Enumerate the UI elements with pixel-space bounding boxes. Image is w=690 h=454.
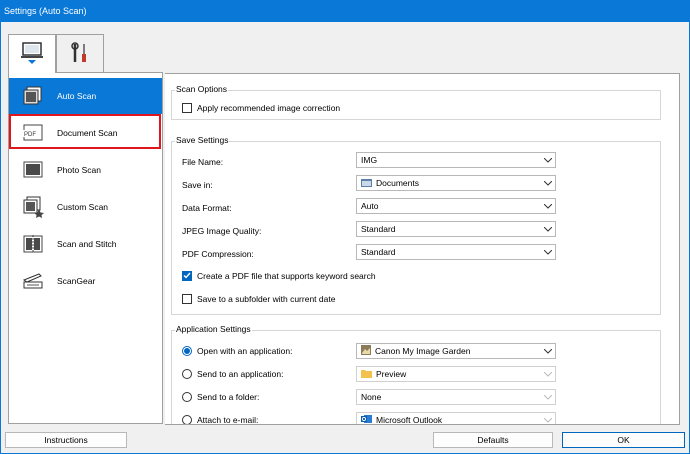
title-bar: Settings (Auto Scan) [0, 0, 690, 22]
pdf-compression-label: PDF Compression: [182, 249, 254, 259]
chevron-down-icon[interactable] [541, 180, 555, 186]
open-with-application-radio[interactable]: Open with an application: [182, 346, 292, 356]
radio-circle[interactable] [182, 346, 192, 356]
application-value: Preview [376, 369, 407, 379]
sidebar-item-label: Custom Scan [57, 202, 109, 212]
window-title: Settings (Auto Scan) [4, 6, 87, 16]
group-title: Save Settings [175, 135, 230, 145]
send-to-application-select[interactable]: Preview [356, 366, 556, 382]
checkmark-icon [183, 271, 191, 281]
checkbox-label: Apply recommended image correction [197, 103, 341, 113]
checkbox-box[interactable] [182, 103, 192, 113]
checkbox-label: Create a PDF file that supports keyword … [197, 271, 376, 281]
data-format-value: Auto [361, 201, 379, 211]
send-to-application-radio[interactable]: Send to an application: [182, 369, 283, 379]
radio-circle[interactable] [182, 392, 192, 402]
checkbox-box[interactable] [182, 271, 192, 281]
keyword-search-pdf-checkbox[interactable]: Create a PDF file that supports keyword … [182, 271, 376, 281]
send-to-folder-select[interactable]: None [356, 389, 556, 405]
settings-panel: Scan Options Apply recommended image cor… [165, 73, 680, 425]
open-with-application-select[interactable]: Canon My Image Garden [356, 343, 556, 359]
send-to-folder-radio[interactable]: Send to a folder: [182, 392, 259, 402]
sidebar-item-label: Scan and Stitch [57, 239, 117, 249]
save-in-value: Documents [376, 178, 419, 188]
subfolder-date-checkbox[interactable]: Save to a subfolder with current date [182, 294, 335, 304]
outlook-icon [361, 414, 372, 424]
sidebar-item-auto-scan[interactable]: Auto Scan [9, 78, 162, 114]
tab-general-settings[interactable] [56, 34, 104, 72]
folder-icon [361, 369, 372, 380]
chevron-down-icon[interactable] [541, 203, 555, 209]
chevron-down-icon[interactable] [541, 371, 555, 377]
defaults-button[interactable]: Defaults [433, 432, 553, 448]
sidebar-item-scangear[interactable]: ScanGear [9, 263, 162, 299]
save-settings-group: Save Settings File Name: IMG Save in: Do… [171, 135, 661, 315]
group-title: Application Settings [175, 324, 252, 334]
save-in-label: Save in: [182, 180, 213, 190]
checkbox-label: Save to a subfolder with current date [197, 294, 336, 304]
vertical-scrollbar[interactable] [681, 73, 686, 425]
application-value: Canon My Image Garden [375, 346, 471, 356]
sidebar-item-label: ScanGear [57, 276, 96, 286]
chevron-down-icon[interactable] [541, 417, 555, 423]
chevron-down-icon[interactable] [541, 157, 555, 163]
auto-scan-icon [9, 85, 57, 107]
custom-scan-icon [9, 196, 57, 218]
ok-button[interactable]: OK [562, 432, 685, 448]
data-format-select[interactable]: Auto [356, 198, 556, 214]
pdf-compression-select[interactable]: Standard [356, 244, 556, 260]
radio-label: Send to an application: [197, 369, 284, 379]
pdf-compression-value: Standard [361, 247, 396, 257]
radio-circle[interactable] [182, 369, 192, 379]
sidebar-item-scan-and-stitch[interactable]: Scan and Stitch [9, 226, 162, 262]
attach-to-email-select[interactable]: Microsoft Outlook [356, 412, 556, 425]
image-garden-app-icon [361, 345, 371, 357]
radio-label: Attach to e-mail: [197, 415, 259, 425]
jpeg-quality-label: JPEG Image Quality: [182, 226, 262, 236]
stitch-icon [9, 233, 57, 255]
sidebar-item-photo-scan[interactable]: Photo Scan [9, 152, 162, 188]
instructions-button[interactable]: Instructions [5, 432, 127, 448]
application-value: Microsoft Outlook [376, 415, 443, 425]
attach-to-email-radio[interactable]: Attach to e-mail: [182, 415, 259, 425]
application-settings-group: Application Settings Open with an applic… [171, 324, 661, 425]
radio-label: Open with an application: [197, 346, 293, 356]
chevron-down-icon[interactable] [541, 394, 555, 400]
file-name-value: IMG [361, 155, 378, 165]
computer-scan-icon [20, 42, 44, 66]
checkbox-box[interactable] [182, 294, 192, 304]
chevron-down-icon[interactable] [541, 348, 555, 354]
tab-scan-from-computer[interactable] [8, 34, 56, 73]
photo-icon [9, 159, 57, 181]
scanner-icon [9, 270, 57, 292]
group-title: Scan Options [175, 84, 229, 94]
jpeg-quality-select[interactable]: Standard [356, 221, 556, 237]
document-scan-highlight [9, 114, 161, 149]
sidebar-item-custom-scan[interactable]: Custom Scan [9, 189, 162, 225]
jpeg-quality-value: Standard [361, 224, 396, 234]
radio-circle[interactable] [182, 415, 192, 424]
sidebar-item-label: Photo Scan [57, 165, 101, 175]
data-format-label: Data Format: [182, 203, 232, 213]
file-name-combobox[interactable]: IMG [356, 152, 556, 168]
scan-options-group: Scan Options Apply recommended image cor… [171, 84, 661, 120]
sidebar-item-label: Auto Scan [57, 91, 97, 101]
recommended-correction-checkbox[interactable]: Apply recommended image correction [182, 103, 340, 113]
chevron-down-icon[interactable] [541, 226, 555, 232]
save-in-select[interactable]: Documents [356, 175, 556, 191]
documents-folder-icon [361, 178, 372, 189]
chevron-down-icon[interactable] [541, 249, 555, 255]
tools-icon [69, 41, 91, 66]
folder-value: None [361, 392, 382, 402]
radio-label: Send to a folder: [197, 392, 260, 402]
file-name-label: File Name: [182, 157, 224, 167]
